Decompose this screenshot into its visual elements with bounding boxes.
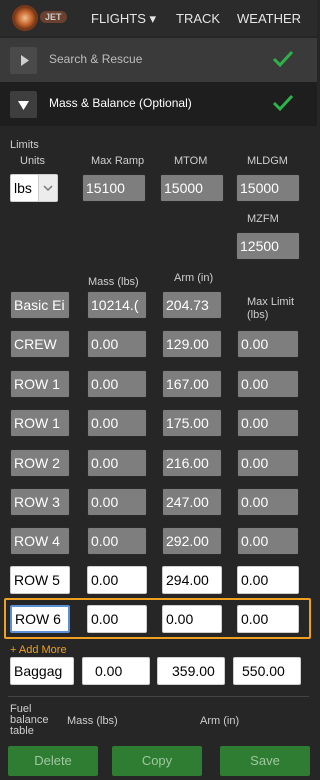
row-name-field[interactable]: CREW — [10, 330, 70, 358]
mldgm-label: MLDGM — [247, 155, 288, 167]
divider — [8, 696, 309, 697]
app-logo-icon[interactable] — [14, 7, 36, 29]
check-icon — [272, 50, 294, 68]
row-mass-field[interactable]: 0.00 — [87, 527, 147, 555]
collapse-toggle[interactable] — [10, 91, 37, 118]
row-limit-field[interactable]: 0.00 — [237, 330, 299, 358]
arm-header: Arm (in) — [174, 272, 214, 284]
max-ramp-field[interactable]: 15100 — [82, 174, 146, 202]
section-label: Search & Rescue — [49, 52, 143, 66]
mldgm-field[interactable]: 15000 — [236, 174, 300, 202]
add-more-link[interactable]: + Add More — [10, 644, 67, 656]
row-mass-field[interactable]: 0.00 — [87, 370, 147, 398]
fuel-mass-header: Mass (lbs) — [67, 715, 118, 727]
delete-button[interactable]: Delete — [8, 746, 98, 776]
row-limit-field[interactable]: 0.00 — [237, 605, 299, 633]
row-name-field[interactable]: Basic Ei — [10, 291, 70, 319]
baggage-arm-field[interactable]: 359.00 — [157, 657, 225, 685]
mzfm-field[interactable]: 12500 — [236, 232, 300, 260]
row-arm-field[interactable]: 216.00 — [162, 449, 222, 477]
copy-button[interactable]: Copy — [112, 746, 202, 776]
top-nav-bar: JET FLIGHTS ▾ TRACK WEATHER — [0, 0, 317, 36]
chevron-down-icon — [38, 175, 57, 201]
row-name-field[interactable]: ROW 1 — [10, 370, 70, 398]
row-name-field-focused[interactable]: ROW 6 — [10, 605, 70, 633]
nav-track[interactable]: TRACK — [176, 11, 220, 26]
row-name-field[interactable]: ROW 5 — [10, 566, 70, 594]
mtom-label: MTOM — [174, 155, 208, 167]
row-name-field[interactable]: ROW 2 — [10, 449, 70, 477]
limits-title: Limits — [10, 139, 39, 151]
row-mass-field[interactable]: 0.00 — [87, 605, 147, 633]
units-label: Units — [20, 155, 46, 167]
row-name-field[interactable]: ROW 3 — [10, 488, 70, 516]
fuel-balance-label: Fuel balance table — [10, 703, 49, 737]
max-ramp-label: Max Ramp — [91, 155, 145, 167]
row-mass-field[interactable]: 0.00 — [87, 566, 147, 594]
section-search-rescue[interactable]: Search & Rescue — [0, 38, 317, 82]
row-name-field[interactable]: ROW 4 — [10, 527, 70, 555]
row-arm-field[interactable]: 247.00 — [162, 488, 222, 516]
row-mass-field[interactable]: 0.00 — [87, 409, 147, 437]
nav-weather[interactable]: WEATHER — [237, 11, 301, 26]
check-icon — [272, 94, 294, 112]
row-arm-field[interactable]: 0.00 — [162, 605, 222, 633]
baggage-name-field[interactable]: Baggag — [10, 657, 74, 685]
play-arrow-icon — [21, 55, 29, 66]
row-limit-field[interactable]: 0.00 — [237, 527, 299, 555]
section-label: Mass & Balance (Optional) — [49, 96, 192, 110]
units-select[interactable]: lbs — [10, 174, 58, 202]
mtom-field[interactable]: 15000 — [160, 174, 224, 202]
fuel-arm-header: Arm (in) — [200, 715, 240, 727]
baggage-limit-field[interactable]: 550.00 — [233, 657, 301, 685]
nav-flights[interactable]: FLIGHTS ▾ — [91, 11, 156, 27]
mzfm-label: MZFM — [247, 213, 279, 225]
row-arm-field[interactable]: 294.00 — [162, 566, 222, 594]
row-arm-field[interactable]: 129.00 — [162, 330, 222, 358]
save-button[interactable]: Save — [220, 746, 310, 776]
row-arm-field[interactable]: 292.00 — [162, 527, 222, 555]
mass-header: Mass (lbs) — [88, 276, 139, 288]
row-mass-field[interactable]: 0.00 — [87, 330, 147, 358]
row-mass-field[interactable]: 0.00 — [87, 449, 147, 477]
baggage-mass-field[interactable]: 0.00 — [82, 657, 150, 685]
row-arm-field[interactable]: 167.00 — [162, 370, 222, 398]
row-arm-field[interactable]: 175.00 — [162, 409, 222, 437]
row-limit-field[interactable]: 0.00 — [237, 370, 299, 398]
section-mass-balance[interactable]: Mass & Balance (Optional) — [0, 82, 317, 126]
row-limit-field[interactable]: 0.00 — [237, 409, 299, 437]
units-value: lbs — [14, 180, 32, 196]
row-name-field[interactable]: ROW 1 — [10, 409, 70, 437]
max-limit-header: Max Limit (lbs) — [247, 296, 295, 321]
row-mass-field[interactable]: 0.00 — [87, 488, 147, 516]
row-limit-field[interactable]: 0.00 — [237, 488, 299, 516]
row-limit-field[interactable]: 0.00 — [237, 449, 299, 477]
row-arm-field[interactable]: 204.73 — [162, 291, 222, 319]
down-arrow-icon — [18, 101, 29, 110]
expand-toggle[interactable] — [10, 47, 37, 74]
row-mass-field[interactable]: 10214.( — [87, 291, 147, 319]
row-limit-field[interactable]: 0.00 — [237, 566, 299, 594]
logo-text: JET — [40, 11, 67, 23]
